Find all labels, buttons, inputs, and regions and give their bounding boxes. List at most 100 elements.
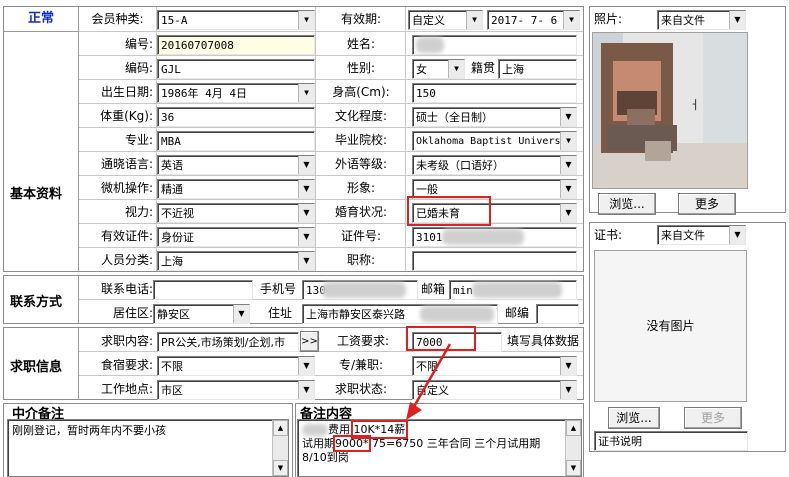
cert-description-field[interactable]: 证书说明 <box>594 431 748 451</box>
photo-frame: ㅓ <box>592 32 748 189</box>
chevron-down-icon[interactable]: ▼ <box>298 204 314 222</box>
member-type-label: 会员种类: <box>91 12 144 26</box>
height-field[interactable]: 150 <box>412 83 577 103</box>
status-divider <box>4 31 78 32</box>
computer-select[interactable]: 精通 ▼ <box>157 179 315 199</box>
chevron-down-icon[interactable]: ▼ <box>466 11 482 29</box>
chevron-down-icon[interactable]: ▼ <box>560 180 576 198</box>
weight-label: 体重(Kg): <box>100 109 153 123</box>
major-field[interactable]: MBA <box>157 131 315 151</box>
board-select[interactable]: 不限 ▼ <box>157 356 315 376</box>
phone-field[interactable] <box>153 280 253 300</box>
title-label: 职称: <box>346 253 376 267</box>
postcode-field[interactable] <box>536 304 579 324</box>
foreign-level-select[interactable]: 未考级（口语好） ▼ <box>412 155 577 175</box>
cert-label: 证书: <box>594 228 623 242</box>
scroll-down-icon[interactable]: ▼ <box>273 460 288 476</box>
language-select[interactable]: 英语 ▼ <box>157 155 315 175</box>
vision-label: 视力: <box>124 205 153 219</box>
salary-hint: 填写具体数据 <box>506 334 579 348</box>
validity-date-picker[interactable]: 2017- 7- 6 ▼ <box>487 10 580 30</box>
education-label: 文化程度: <box>334 109 388 123</box>
photo-source-value: 来自文件 <box>661 14 705 27</box>
chevron-down-icon[interactable]: ▼ <box>560 204 576 222</box>
job-section-title: 求职信息 <box>10 360 63 375</box>
scroll-up-icon[interactable]: ▲ <box>566 420 581 436</box>
contact-section-title: 联系方式 <box>10 295 63 310</box>
redacted-notes <box>302 424 328 436</box>
chevron-down-icon[interactable]: ▼ <box>560 132 576 150</box>
chevron-down-icon[interactable]: ▼ <box>298 228 314 246</box>
chevron-down-icon[interactable]: ▼ <box>298 357 314 375</box>
title-field[interactable] <box>412 251 577 271</box>
job-content-more-button[interactable]: >> <box>300 331 319 352</box>
origin-label: 籍贯 <box>470 61 495 75</box>
svg-text:ㅓ: ㅓ <box>689 98 700 112</box>
redacted-email <box>472 282 562 298</box>
category-value: 上海 <box>161 255 183 268</box>
notes-scrollbar[interactable]: ▲ ▼ <box>565 420 581 476</box>
district-select[interactable]: 静安区 ▼ <box>153 304 250 324</box>
agency-notes-scrollbar[interactable]: ▲ ▼ <box>272 420 288 476</box>
cert-image-frame: 没有图片 <box>594 250 747 402</box>
origin-field[interactable]: 上海 <box>498 59 577 79</box>
cert-more-button[interactable]: 更多 <box>684 407 742 429</box>
code-field[interactable]: GJL <box>157 59 315 79</box>
redacted-id <box>442 229 524 245</box>
member-type-select[interactable]: 15-A ▼ <box>157 10 315 30</box>
member-no-field[interactable]: 20160707008 <box>157 35 315 55</box>
chevron-down-icon[interactable]: ▼ <box>298 11 314 29</box>
weight-field[interactable]: 36 <box>157 107 315 127</box>
chevron-down-icon[interactable]: ▼ <box>563 11 579 29</box>
major-label: 专业: <box>124 133 153 147</box>
chevron-down-icon[interactable]: ▼ <box>298 180 314 198</box>
id-type-select[interactable]: 身份证 ▼ <box>157 227 315 247</box>
cert-browse-button[interactable]: 浏览... <box>608 407 660 429</box>
mobile-label: 手机号 <box>259 282 296 296</box>
chevron-down-icon[interactable]: ▼ <box>448 60 464 78</box>
chevron-down-icon[interactable]: ▼ <box>298 381 314 399</box>
district-label: 居住区: <box>112 306 153 320</box>
validity-mode-select[interactable]: 自定义 ▼ <box>408 10 483 30</box>
chevron-down-icon[interactable]: ▼ <box>233 305 249 323</box>
photo-label: 照片: <box>594 12 623 26</box>
birth-date-picker[interactable]: 1986年 4月 4日 ▼ <box>157 83 315 103</box>
gender-select[interactable]: 女 ▼ <box>412 59 465 79</box>
computer-value: 精通 <box>161 183 183 196</box>
scroll-down-icon[interactable]: ▼ <box>566 460 581 476</box>
portrait-photo: ㅓ <box>593 33 747 188</box>
location-select[interactable]: 市区 ▼ <box>157 380 315 400</box>
chevron-down-icon[interactable]: ▼ <box>560 156 576 174</box>
chevron-down-icon[interactable]: ▼ <box>298 156 314 174</box>
email-label: 邮箱 <box>420 282 445 296</box>
notes-fee-label: 费用 <box>328 423 350 436</box>
chevron-down-icon[interactable]: ▼ <box>298 84 314 102</box>
category-select[interactable]: 上海 ▼ <box>157 251 315 271</box>
job-content-field[interactable]: PR公关,市场策划/企划,市 <box>157 332 299 352</box>
board-value: 不限 <box>161 360 183 373</box>
name-label: 姓名: <box>346 37 376 51</box>
member-type-value: 15-A <box>161 14 188 27</box>
chevron-down-icon[interactable]: ▼ <box>560 381 576 399</box>
redacted-name <box>416 37 444 53</box>
gender-value: 女 <box>416 63 427 76</box>
scroll-up-icon[interactable]: ▲ <box>273 420 288 436</box>
photo-source-select[interactable]: 来自文件 ▼ <box>657 10 746 30</box>
chevron-down-icon[interactable]: ▼ <box>729 226 745 244</box>
cert-source-select[interactable]: 来自文件 ▼ <box>657 225 746 245</box>
agency-notes-textarea[interactable]: 刚刚登记，暂时两年内不要小孩 ▲ ▼ <box>7 419 289 477</box>
school-select[interactable]: Oklahoma Baptist University ▼ <box>412 131 577 151</box>
marital-highlight <box>407 196 491 226</box>
education-select[interactable]: 硕士（全日制） ▼ <box>412 107 577 127</box>
id-type-label: 有效证件: <box>100 229 153 243</box>
chevron-down-icon[interactable]: ▼ <box>729 11 745 29</box>
cert-source-value: 来自文件 <box>661 229 705 242</box>
redacted-mobile <box>322 282 406 298</box>
job-status-label: 求职状态: <box>334 382 388 396</box>
photo-more-button[interactable]: 更多 <box>678 193 736 215</box>
chevron-down-icon[interactable]: ▼ <box>298 252 314 270</box>
chevron-down-icon[interactable]: ▼ <box>560 357 576 375</box>
photo-browse-button[interactable]: 浏览... <box>598 193 656 215</box>
vision-select[interactable]: 不近视 ▼ <box>157 203 315 223</box>
chevron-down-icon[interactable]: ▼ <box>560 108 576 126</box>
